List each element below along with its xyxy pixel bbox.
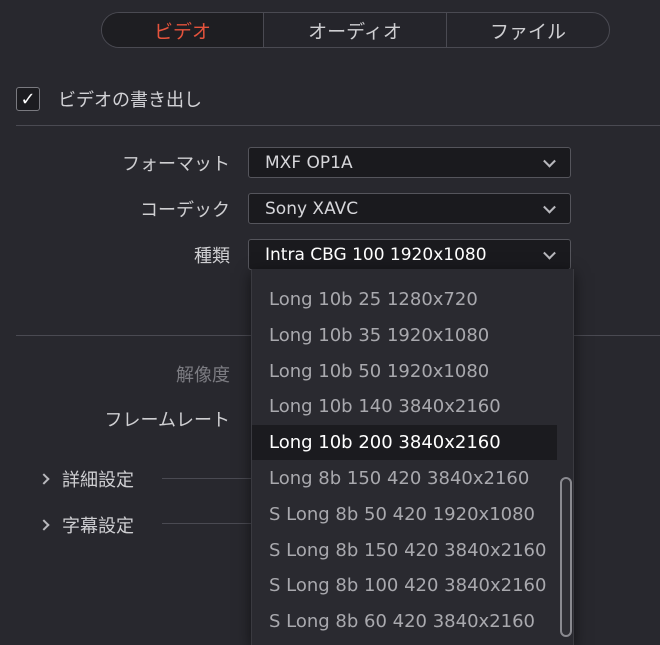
section-divider — [162, 478, 262, 479]
dropdown-option[interactable]: Long 10b 25 1280x720 — [252, 282, 557, 317]
tab-audio[interactable]: オーディオ — [263, 13, 446, 47]
tab-bar: ビデオ オーディオ ファイル — [101, 12, 610, 48]
format-value: MXF OP1A — [265, 152, 353, 173]
resolution-label: 解像度 — [176, 365, 230, 386]
chevron-down-icon — [543, 154, 556, 168]
type-label: 種類 — [194, 246, 230, 267]
scrollbar-thumb[interactable] — [560, 477, 572, 637]
dropdown-option[interactable]: S Long 8b 150 420 3840x2160 — [252, 533, 557, 568]
type-dropdown-list[interactable]: Long 10b 25 1280x720 Long 10b 35 1920x108… — [251, 269, 574, 645]
subtitle-settings-toggle[interactable]: 字幕設定 — [38, 512, 134, 538]
dropdown-option[interactable]: Long 10b 140 3840x2160 — [252, 389, 557, 424]
dropdown-option[interactable]: Long 10b 200 3840x2160 — [252, 425, 557, 461]
dropdown-option[interactable]: S Long 8b 50 420 1920x1080 — [252, 497, 557, 532]
chevron-down-icon — [543, 246, 556, 260]
type-value: Intra CBG 100 1920x1080 — [265, 244, 487, 265]
dropdown-option[interactable]: S Long 8b 100 420 3840x2160 — [252, 568, 557, 603]
codec-label: コーデック — [140, 200, 230, 221]
tab-file[interactable]: ファイル — [446, 13, 609, 47]
format-select[interactable]: MXF OP1A — [248, 147, 571, 178]
framerate-label: フレームレート — [104, 410, 230, 431]
format-label: フォーマット — [122, 154, 230, 175]
export-video-checkbox[interactable]: ✓ — [16, 87, 40, 111]
chevron-right-icon — [38, 519, 50, 531]
section-divider — [162, 523, 262, 524]
chevron-right-icon — [38, 473, 50, 485]
export-video-row: ✓ ビデオの書き出し — [16, 86, 202, 112]
codec-value: Sony XAVC — [265, 198, 359, 219]
chevron-down-icon — [543, 200, 556, 214]
checkmark-icon: ✓ — [20, 88, 36, 110]
dropdown-option[interactable]: Long 10b 35 1920x1080 — [252, 318, 557, 353]
tab-video[interactable]: ビデオ — [102, 13, 263, 47]
advanced-settings-label: 詳細設定 — [62, 470, 134, 491]
dropdown-option[interactable]: Long 10b 50 1920x1080 — [252, 354, 557, 389]
advanced-settings-toggle[interactable]: 詳細設定 — [38, 466, 134, 492]
subtitle-settings-label: 字幕設定 — [62, 516, 134, 537]
divider — [16, 125, 660, 126]
export-video-label: ビデオの書き出し — [58, 90, 202, 111]
dropdown-option[interactable]: S Long 8b 60 420 3840x2160 — [252, 604, 557, 639]
codec-select[interactable]: Sony XAVC — [248, 193, 571, 224]
type-select[interactable]: Intra CBG 100 1920x1080 — [248, 239, 571, 270]
dropdown-option[interactable]: Long 8b 150 420 3840x2160 — [252, 461, 557, 496]
